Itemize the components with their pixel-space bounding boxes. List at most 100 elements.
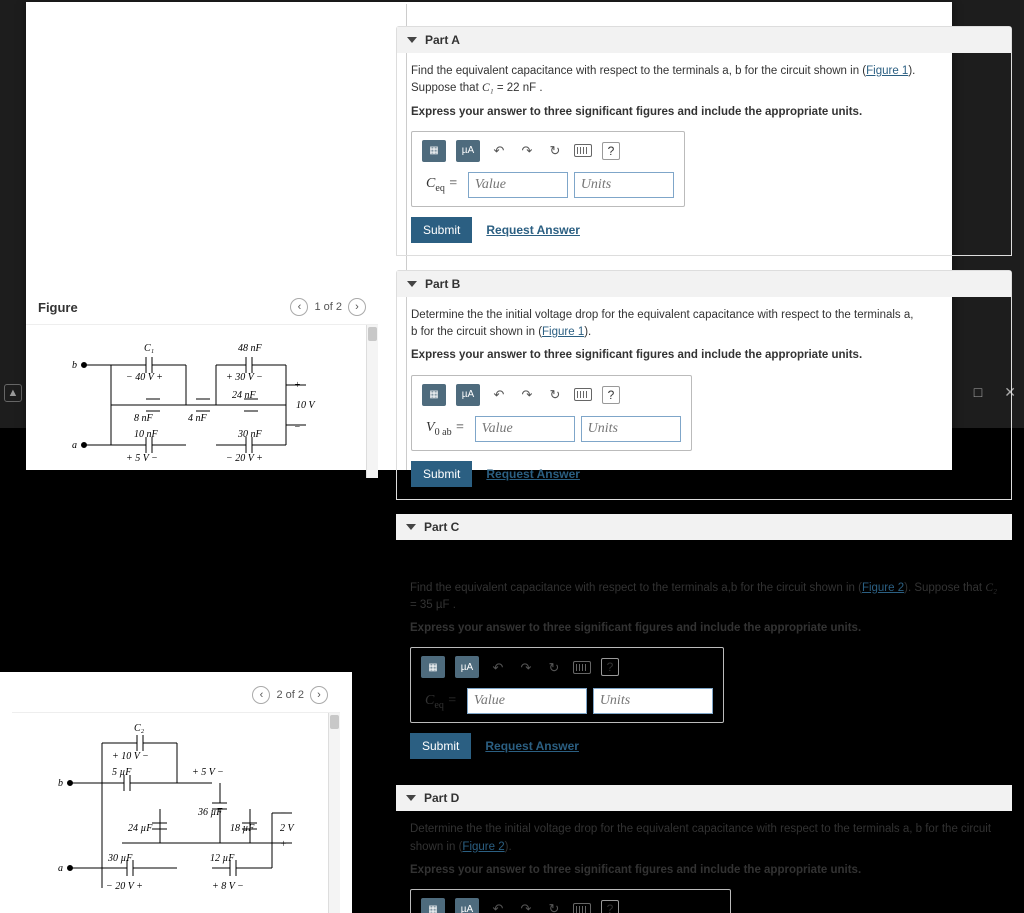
svg-text:−: − [280,808,287,819]
svg-text:2 V: 2 V [280,823,296,834]
reset-icon[interactable]: ↻ [545,658,563,676]
undo-icon[interactable]: ↶ [489,900,507,913]
request-answer-link[interactable]: Request Answer [485,737,579,755]
svg-text:8 nF: 8 nF [134,413,154,424]
submit-button[interactable]: Submit [411,217,472,243]
svg-text:+ 30 V −: + 30 V − [226,372,263,383]
svg-text:48 nF: 48 nF [238,343,263,354]
svg-text:18 µF: 18 µF [230,823,255,834]
part-title: Part B [425,277,460,291]
figure-2-diagram: ▲ [12,712,340,913]
collapse-icon[interactable] [406,524,416,530]
submit-button[interactable]: Submit [410,733,471,759]
help-icon[interactable]: ? [602,142,620,160]
svg-text:b: b [72,360,77,371]
next-figure-button[interactable]: › [348,298,366,316]
svg-text:24 µF: 24 µF [128,823,153,834]
next-figure-button[interactable]: › [310,686,328,704]
collapse-icon[interactable] [407,281,417,287]
svg-text:4 nF: 4 nF [188,413,208,424]
answer-toolbar: ▦ µA ↶ ↷ ↻ ? Ceq = [411,131,685,207]
units-input[interactable] [593,688,713,714]
redo-icon[interactable]: ↷ [518,386,536,404]
var-label: Ceq = [421,690,461,713]
svg-text:10 V: 10 V [296,400,317,411]
svg-text:24 nF: 24 nF [232,390,257,401]
svg-text:a: a [72,440,77,451]
svg-text:5 µF: 5 µF [112,767,132,778]
keyboard-icon[interactable] [574,142,592,160]
svg-text:30 µF: 30 µF [107,853,133,864]
units-icon[interactable]: µA [456,384,480,406]
templates-icon[interactable]: ▦ [422,384,446,406]
part-c: Part C Find the equivalent capacitance w… [396,514,1012,772]
submit-button[interactable]: Submit [411,461,472,487]
part-b: Part B Determine the the initial voltage… [396,270,1012,500]
prompt-text: Find the equivalent capacitance with res… [410,580,998,615]
answer-toolbar: ▦ µA ↶ ↷ ↻ ? V0 ab = [410,889,731,913]
answer-toolbar: ▦ µA ↶ ↷ ↻ ? V0 ab = [411,375,692,451]
part-title: Part A [425,33,460,47]
keyboard-icon[interactable] [573,900,591,913]
svg-text:C₁: C₁ [144,343,154,354]
svg-text:30 nF: 30 nF [237,429,263,440]
templates-icon[interactable]: ▦ [422,140,446,162]
templates-icon[interactable]: ▦ [421,656,445,678]
pager-text: 1 of 2 [314,301,342,313]
figure-link[interactable]: Figure 1 [542,326,584,338]
hint-text: Express your answer to three significant… [411,104,923,121]
part-title: Part D [424,791,459,805]
var-label: V0 ab = [422,417,469,440]
svg-text:a: a [58,863,63,874]
svg-text:b: b [58,778,63,789]
collapse-icon[interactable] [406,795,416,801]
units-icon[interactable]: µA [455,656,479,678]
undo-icon[interactable]: ↶ [490,142,508,160]
part-d: Part D Determine the the initial voltage… [396,785,1012,913]
svg-text:+ 10 V −: + 10 V − [112,751,149,762]
part-a: Part A Find the equivalent capacitance w… [396,26,1012,256]
part-title: Part C [424,520,459,534]
hint-text: Express your answer to three significant… [410,862,998,879]
svg-text:+: + [294,380,301,391]
units-icon[interactable]: µA [455,898,479,913]
figure-link[interactable]: Figure 2 [862,582,904,594]
reset-icon[interactable]: ↻ [546,142,564,160]
scrollbar[interactable]: ▲ [366,325,378,478]
reset-icon[interactable]: ↻ [545,900,563,913]
keyboard-icon[interactable] [574,386,592,404]
value-input[interactable] [475,416,575,442]
prev-figure-button[interactable]: ‹ [290,298,308,316]
undo-icon[interactable]: ↶ [490,386,508,404]
templates-icon[interactable]: ▦ [421,898,445,913]
figure-link[interactable]: Figure 2 [462,841,504,853]
image-placeholder-icon: ▲ [4,384,22,402]
undo-icon[interactable]: ↶ [489,658,507,676]
units-input[interactable] [581,416,681,442]
pager-text: 2 of 2 [276,689,304,701]
help-icon[interactable]: ? [602,386,620,404]
svg-text:+ 5 V −: + 5 V − [192,767,224,778]
svg-text:12 µF: 12 µF [210,853,235,864]
figure-link[interactable]: Figure 1 [866,65,908,77]
help-icon[interactable]: ? [601,658,619,676]
redo-icon[interactable]: ↷ [517,900,535,913]
collapse-icon[interactable] [407,37,417,43]
units-input[interactable] [574,172,674,198]
reset-icon[interactable]: ↻ [546,386,564,404]
request-answer-link[interactable]: Request Answer [486,221,580,239]
value-input[interactable] [467,688,587,714]
redo-icon[interactable]: ↷ [517,658,535,676]
svg-text:−: − [294,422,301,433]
redo-icon[interactable]: ↷ [518,142,536,160]
svg-text:+ 8 V −: + 8 V − [212,881,244,892]
prev-figure-button[interactable]: ‹ [252,686,270,704]
scrollbar[interactable]: ▲ [328,713,340,913]
request-answer-link[interactable]: Request Answer [486,465,580,483]
value-input[interactable] [468,172,568,198]
svg-text:10 nF: 10 nF [134,429,159,440]
hint-text: Express your answer to three significant… [411,347,923,364]
keyboard-icon[interactable] [573,658,591,676]
help-icon[interactable]: ? [601,900,619,913]
units-icon[interactable]: µA [456,140,480,162]
